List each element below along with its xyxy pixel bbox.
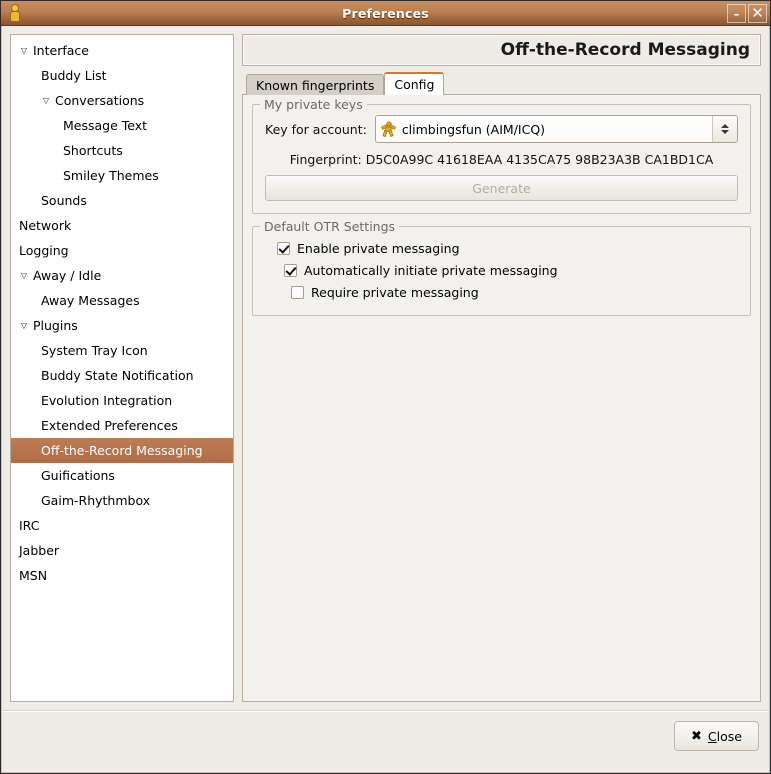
chevron-updown-icon[interactable] [712,116,737,142]
sidebar-item-buddy-list[interactable]: Buddy List [11,63,233,88]
account-select-value-area: climbingsfun (AIM/ICQ) [375,116,712,142]
gaim-logo-icon [6,4,24,22]
action-bar: ✖ Close [2,710,769,772]
otr-option-row[interactable]: Require private messaging [291,281,738,303]
tree-expander-icon[interactable]: ▽ [17,46,31,55]
otr-option-row[interactable]: Enable private messaging [277,237,738,259]
my-private-keys-title: My private keys [260,97,367,112]
preferences-window: Preferences – ✕ ▽ Interface Buddy List ▽ Con… [0,0,771,774]
otr-option-label: Require private messaging [311,284,479,300]
sidebar-item-label: Shortcuts [63,143,123,158]
checkbox-unchecked-icon[interactable] [291,285,304,299]
panel-header: Off-the-Record Messaging [242,34,761,66]
sidebar-item-label: Smiley Themes [63,168,159,183]
account-select-label: climbingsfun (AIM/ICQ) [401,121,546,137]
sidebar-item-label: Message Text [63,118,148,133]
sidebar-item-label: Buddy List [41,68,107,83]
panes: ▽ Interface Buddy List ▽ Conversations Messag… [2,26,769,702]
sidebar-item-jabber[interactable]: Jabber [11,538,233,563]
sidebar-item-label: MSN [19,568,48,583]
default-otr-settings-frame: Default OTR Settings Enable private mess… [252,219,751,316]
sidebar-item-conversations[interactable]: ▽ Conversations [11,88,233,113]
checkbox-checked-icon[interactable] [277,241,290,255]
sidebar-item-label: Gaim-Rhythmbox [41,493,151,508]
sidebar-item-evolution-integration[interactable]: Evolution Integration [11,388,233,413]
sidebar-item-msn[interactable]: MSN [11,563,233,588]
sidebar-item-logging[interactable]: Logging [11,238,233,263]
close-button[interactable]: ✖ Close [674,721,759,751]
sidebar-item-label: Sounds [41,193,87,208]
sidebar-item-plugins[interactable]: ▽ Plugins [11,313,233,338]
sidebar-item-label: Network [19,218,72,233]
sidebar-item-sounds[interactable]: Sounds [11,188,233,213]
sidebar-item-label: Buddy State Notification [41,368,194,383]
notebook: Known fingerprints Config My private key… [242,72,761,702]
tree-expander-icon[interactable]: ▽ [39,96,53,105]
window-body: ▽ Interface Buddy List ▽ Conversations Messag… [1,26,770,773]
close-button-label: Close [707,728,742,744]
sidebar-item-irc[interactable]: IRC [11,513,233,538]
sidebar-item-away-messages[interactable]: Away Messages [11,288,233,313]
title-bar: Preferences – ✕ [1,1,770,26]
checkbox-checked-icon[interactable] [284,263,297,277]
sidebar-item-label: Logging [19,243,69,258]
key-for-account-label: Key for account: [265,121,367,137]
otr-option-row[interactable]: Automatically initiate private messaging [284,259,738,281]
sidebar-item-label: System Tray Icon [41,343,148,358]
page-title: Off-the-Record Messaging [500,40,750,60]
sidebar-item-label: Plugins [33,318,78,333]
fingerprint-text: Fingerprint: D5C0A99C 41618EAA 4135CA75 … [289,152,714,167]
sidebar-item-label: Interface [33,43,89,58]
tab-strip: Known fingerprints Config [242,72,761,95]
sidebar-item-label: Extended Preferences [41,418,178,433]
minimize-button[interactable]: – [727,3,746,23]
buddy-person-icon [381,122,396,137]
key-for-account-row: Key for account: climbingsfun (AIM/ICQ) [265,115,738,143]
sidebar-item-label: Conversations [55,93,145,108]
main-panel: Off-the-Record Messaging Known fingerpri… [242,34,761,702]
window-title: Preferences [342,5,429,21]
sidebar-item-message-text[interactable]: Message Text [11,113,233,138]
sidebar-item-label: Off-the-Record Messaging [41,443,203,458]
sidebar-item-guifications[interactable]: Guifications [11,463,233,488]
sidebar-item-label: IRC [19,518,40,533]
my-private-keys-frame: My private keys Key for account: climbin… [252,97,751,214]
sidebar-item-label: Evolution Integration [41,393,173,408]
sidebar-item-gaim-rhythmbox[interactable]: Gaim-Rhythmbox [11,488,233,513]
sidebar-item-label: Guifications [41,468,115,483]
sidebar-item-smiley-themes[interactable]: Smiley Themes [11,163,233,188]
close-icon: ✖ [691,728,702,744]
sidebar-item-buddy-state-notification[interactable]: Buddy State Notification [11,363,233,388]
otr-option-label: Automatically initiate private messaging [304,262,558,278]
sidebar-item-label: Away Messages [41,293,140,308]
window-controls: – ✕ [727,3,770,23]
sidebar-item-interface[interactable]: ▽ Interface [11,38,233,63]
close-window-button[interactable]: ✕ [748,3,767,23]
default-otr-settings-title: Default OTR Settings [260,219,400,234]
tree-expander-icon[interactable]: ▽ [17,321,31,330]
tab-config[interactable]: Config [384,72,445,95]
sidebar-item-shortcuts[interactable]: Shortcuts [11,138,233,163]
sidebar-item-away-idle[interactable]: ▽ Away / Idle [11,263,233,288]
sidebar-item-label: Jabber [19,543,60,558]
tab-known-fingerprints[interactable]: Known fingerprints [246,74,385,95]
config-tab-panel: My private keys Key for account: climbin… [242,94,761,702]
otr-option-label: Enable private messaging [297,240,460,256]
tree-expander-icon[interactable]: ▽ [17,271,31,280]
sidebar-item-network[interactable]: Network [11,213,233,238]
sidebar-item-off-the-record-messaging[interactable]: Off-the-Record Messaging [11,438,233,463]
sidebar-item-extended-preferences[interactable]: Extended Preferences [11,413,233,438]
sidebar-item-system-tray-icon[interactable]: System Tray Icon [11,338,233,363]
generate-button[interactable]: Generate [265,175,738,201]
account-select[interactable]: climbingsfun (AIM/ICQ) [374,115,738,143]
sidebar-item-label: Away / Idle [33,268,102,283]
preferences-tree[interactable]: ▽ Interface Buddy List ▽ Conversations Messag… [10,34,234,702]
